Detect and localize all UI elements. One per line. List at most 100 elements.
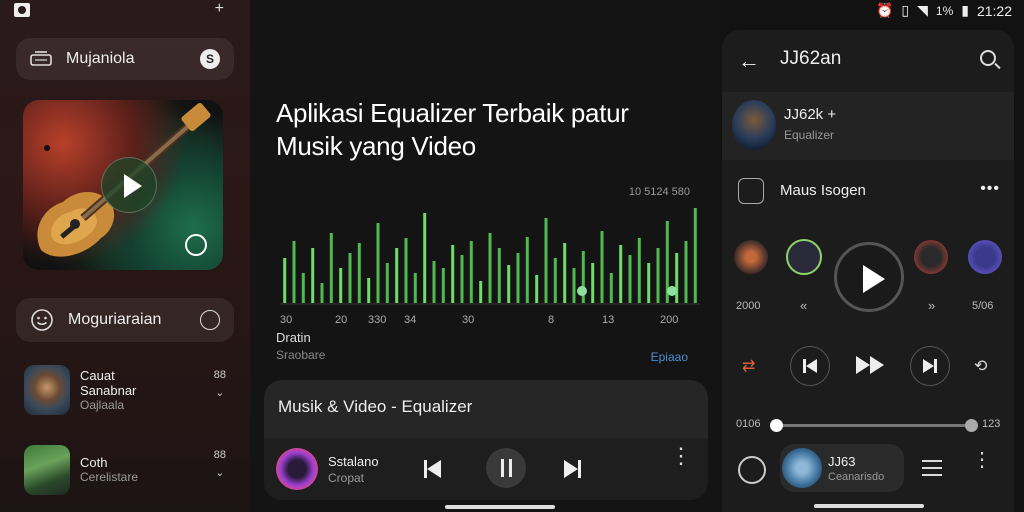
eq-band-bar	[301, 273, 305, 303]
wifi-icon: ◥	[917, 2, 928, 18]
next-icon	[564, 460, 578, 478]
eq-band-handle[interactable]	[577, 286, 587, 296]
track-artwork[interactable]	[276, 448, 318, 490]
album-thumbnail	[24, 445, 70, 495]
list-item[interactable]: Coth Cerelistare 88 ⌄	[24, 442, 234, 498]
library-header-pill[interactable]: Mujaniola S	[16, 38, 234, 80]
progress-slider[interactable]	[770, 419, 978, 432]
eq-band-bar	[497, 248, 501, 303]
eq-band-bar	[600, 231, 604, 303]
eq-band-bar	[339, 268, 343, 303]
smiley-icon	[31, 309, 53, 331]
eq-band-bar	[357, 243, 361, 303]
equalizer-visualizer[interactable]	[280, 205, 700, 305]
more-options-icon[interactable]: ⋮	[972, 450, 992, 470]
item-subtitle: Cerelistare	[80, 470, 139, 484]
eq-band-bar	[283, 258, 287, 303]
vibrate-icon: ▯	[901, 2, 910, 18]
fast-forward-icon	[856, 356, 870, 374]
previous-button[interactable]	[424, 454, 454, 484]
eq-band-bar	[423, 213, 427, 303]
pause-icon	[500, 459, 504, 477]
right-time: 5/06	[972, 300, 994, 312]
fast-forward-button[interactable]	[856, 356, 884, 374]
eq-band-bar	[469, 241, 473, 303]
section-pill[interactable]: Moguriaraian	[16, 298, 234, 342]
eq-band-bar	[553, 258, 557, 303]
eq-axis-tick: 8	[548, 314, 555, 326]
chevron-down-icon[interactable]: ⌄	[214, 384, 226, 402]
eq-band-bar	[348, 253, 352, 303]
now-playing-card[interactable]: Musik & Video - Equalizer Sstalano Cropa…	[264, 380, 708, 500]
preset-jazz-icon[interactable]	[914, 240, 948, 274]
add-icon[interactable]: +	[215, 0, 224, 18]
chat-icon[interactable]	[200, 310, 220, 330]
eq-band-bar	[460, 255, 464, 303]
status-bar: ⏰ ▯ ◥ 1% ▮ 21:22	[876, 2, 1012, 19]
eq-band-bar	[609, 273, 613, 303]
eq-link[interactable]: Epiaao	[651, 350, 688, 364]
search-icon[interactable]	[980, 50, 996, 66]
progress-handle[interactable]	[770, 419, 783, 432]
play-button[interactable]	[834, 242, 904, 312]
battery-percent: 1%	[935, 3, 954, 18]
progress-start-time: 0106	[736, 418, 761, 430]
eq-band-bar	[292, 241, 296, 303]
eq-axis-tick: 200	[660, 314, 679, 326]
list-item[interactable]: Cauat Sanabnar Oajlaala 88 ⌄	[24, 362, 234, 418]
progress-end-handle[interactable]	[965, 419, 978, 432]
forward-icon[interactable]: »	[928, 298, 935, 313]
chevron-down-icon[interactable]: ⌄	[214, 464, 226, 482]
eq-band-bar	[451, 245, 455, 303]
left-time: 2000	[736, 300, 761, 312]
eq-band-bar	[441, 268, 445, 303]
battery-icon: ▮	[961, 2, 969, 18]
preset-rock-icon[interactable]	[734, 240, 768, 274]
mini-track-card[interactable]: JJ63 Ceanarisdo	[780, 444, 904, 492]
item-badge: 88	[213, 369, 226, 381]
timer-icon[interactable]	[185, 234, 207, 256]
eq-band-bar	[591, 263, 595, 303]
preset-pop-icon[interactable]	[786, 239, 822, 275]
equalizer-panel: Aplikasi Equalizer Terbaik patur Musik y…	[250, 0, 720, 512]
eq-band-handle[interactable]	[667, 286, 677, 296]
eq-axis-tick: 330	[368, 314, 387, 326]
menu-icon[interactable]	[922, 460, 942, 481]
rewind-icon[interactable]: «	[800, 298, 807, 313]
page-title: Aplikasi Equalizer Terbaik patur Musik y…	[276, 98, 629, 161]
emoji-icon[interactable]	[738, 456, 766, 484]
eq-band-bar	[535, 275, 539, 303]
preset-classic-icon[interactable]	[968, 240, 1002, 274]
eq-axis-tick: 13	[602, 314, 615, 326]
eq-axis-tick: 34	[404, 314, 417, 326]
bottom-dock: JJ63 Ceanarisdo ⋮	[722, 440, 1014, 512]
gallery-icon[interactable]	[14, 3, 30, 17]
previous-track-button[interactable]	[790, 346, 830, 386]
next-button[interactable]	[564, 454, 594, 484]
shazam-icon[interactable]: S	[200, 49, 220, 69]
eq-band-bar	[544, 218, 548, 303]
back-arrow-icon[interactable]: ←	[738, 48, 760, 74]
artist-subtitle: Equalizer	[784, 128, 835, 142]
track-artist: Cropat	[328, 471, 365, 485]
more-options-icon[interactable]: ⋮	[666, 445, 696, 482]
album-cover[interactable]	[23, 100, 223, 270]
shuffle-icon[interactable]: ⇄	[742, 356, 755, 376]
progress-end-time: 123	[982, 418, 1001, 430]
library-panel: + Mujaniola S Moguriaraian Cauat Sanabna…	[0, 0, 250, 512]
left-top-bar: +	[0, 0, 250, 22]
eq-band-bar	[647, 263, 651, 303]
more-horizontal-icon[interactable]: •••	[980, 180, 1000, 198]
playlist-row[interactable]: Maus Isogen •••	[738, 178, 1000, 204]
eq-band-bar	[413, 273, 417, 303]
pause-button[interactable]	[486, 448, 526, 488]
next-track-button[interactable]	[910, 346, 950, 386]
artist-name: JJ62k +	[784, 106, 837, 123]
play-icon[interactable]	[101, 157, 157, 213]
eq-band-bar	[675, 253, 679, 303]
artist-row[interactable]: JJ62k + Equalizer	[722, 92, 1014, 160]
eq-band-bar	[395, 248, 399, 303]
repeat-icon[interactable]: ⟲	[974, 356, 987, 376]
eq-band-bar	[516, 253, 520, 303]
eq-band-bar	[656, 248, 660, 303]
